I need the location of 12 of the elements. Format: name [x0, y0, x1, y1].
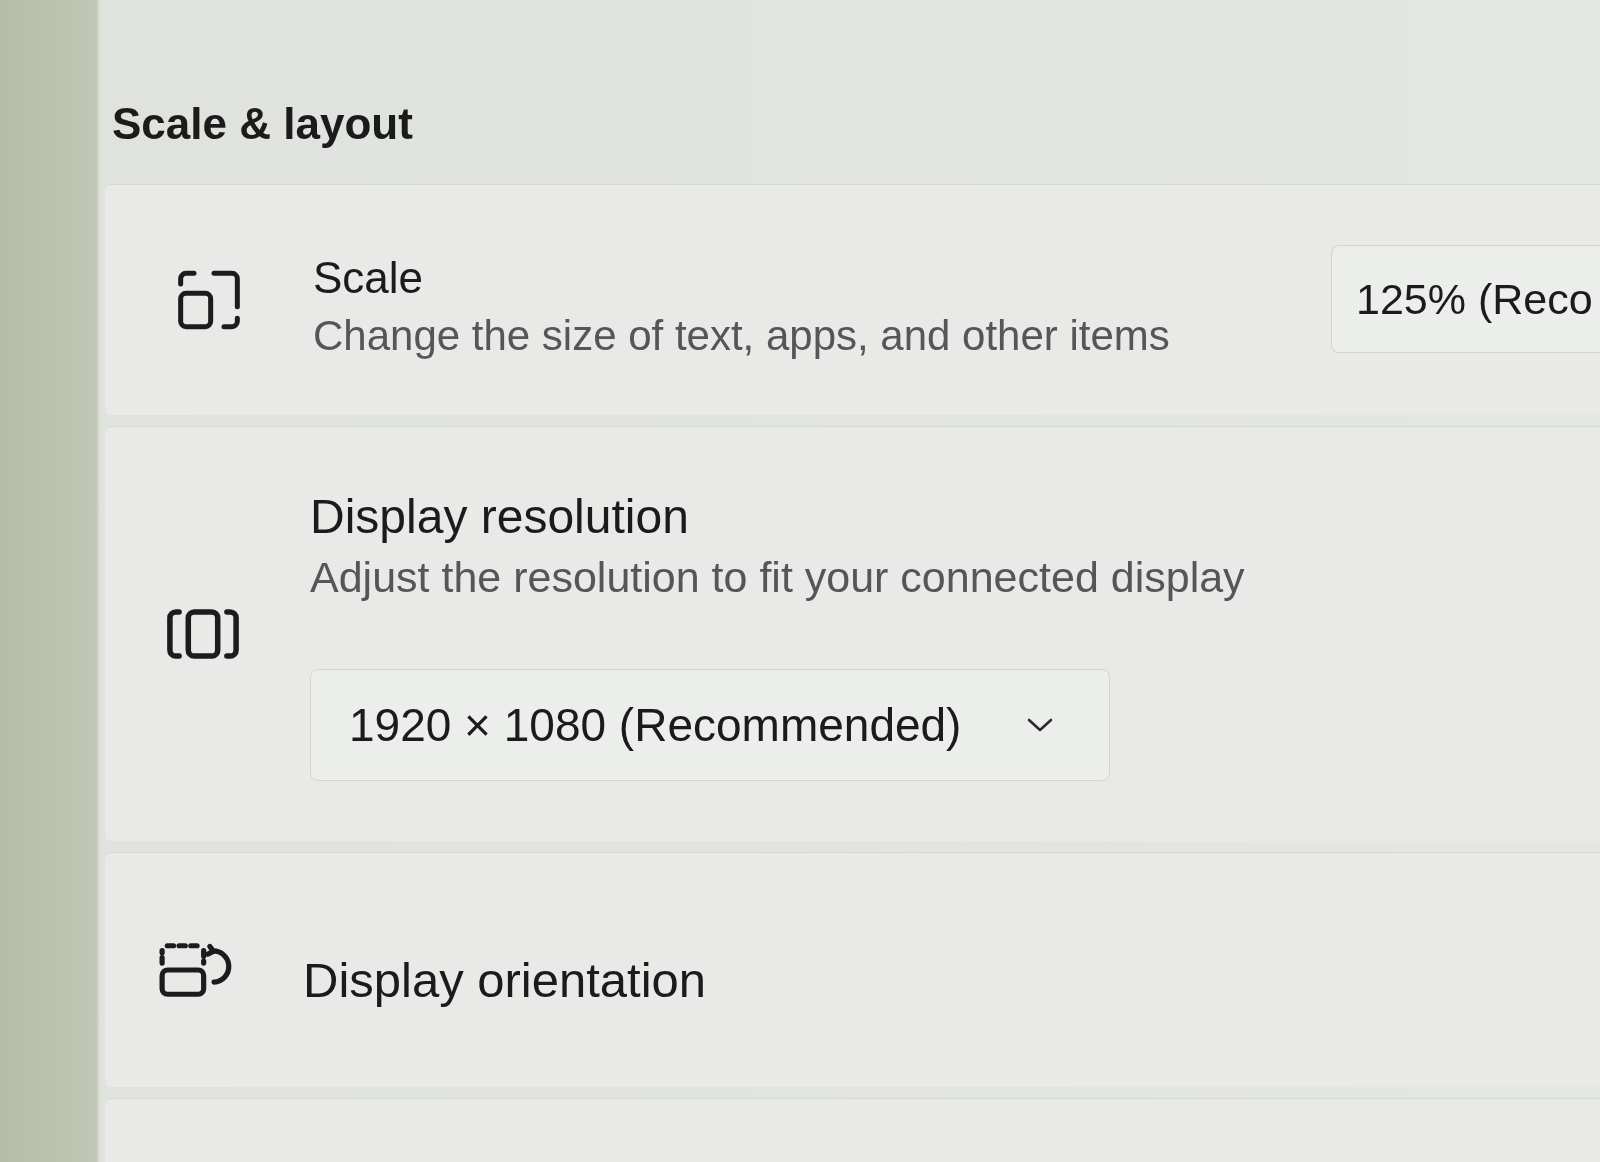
scale-icon	[178, 270, 240, 330]
setting-title: Scale	[313, 252, 424, 304]
rotate-screen-icon	[158, 943, 232, 997]
setting-title: Display resolution	[310, 489, 689, 545]
resolution-icon	[166, 609, 240, 659]
scale-dropdown[interactable]: 125% (Reco	[1331, 245, 1600, 353]
resolution-dropdown[interactable]: 1920 × 1080 (Recommended)	[310, 669, 1110, 781]
setting-description: Change the size of text, apps, and other items	[313, 311, 1170, 361]
section-heading: Scale & layout	[112, 98, 413, 150]
setting-description: Adjust the resolution to fit your connected display	[310, 552, 1245, 603]
chevron-down-icon	[1027, 717, 1054, 733]
setting-title: Display orientation	[303, 952, 707, 1009]
